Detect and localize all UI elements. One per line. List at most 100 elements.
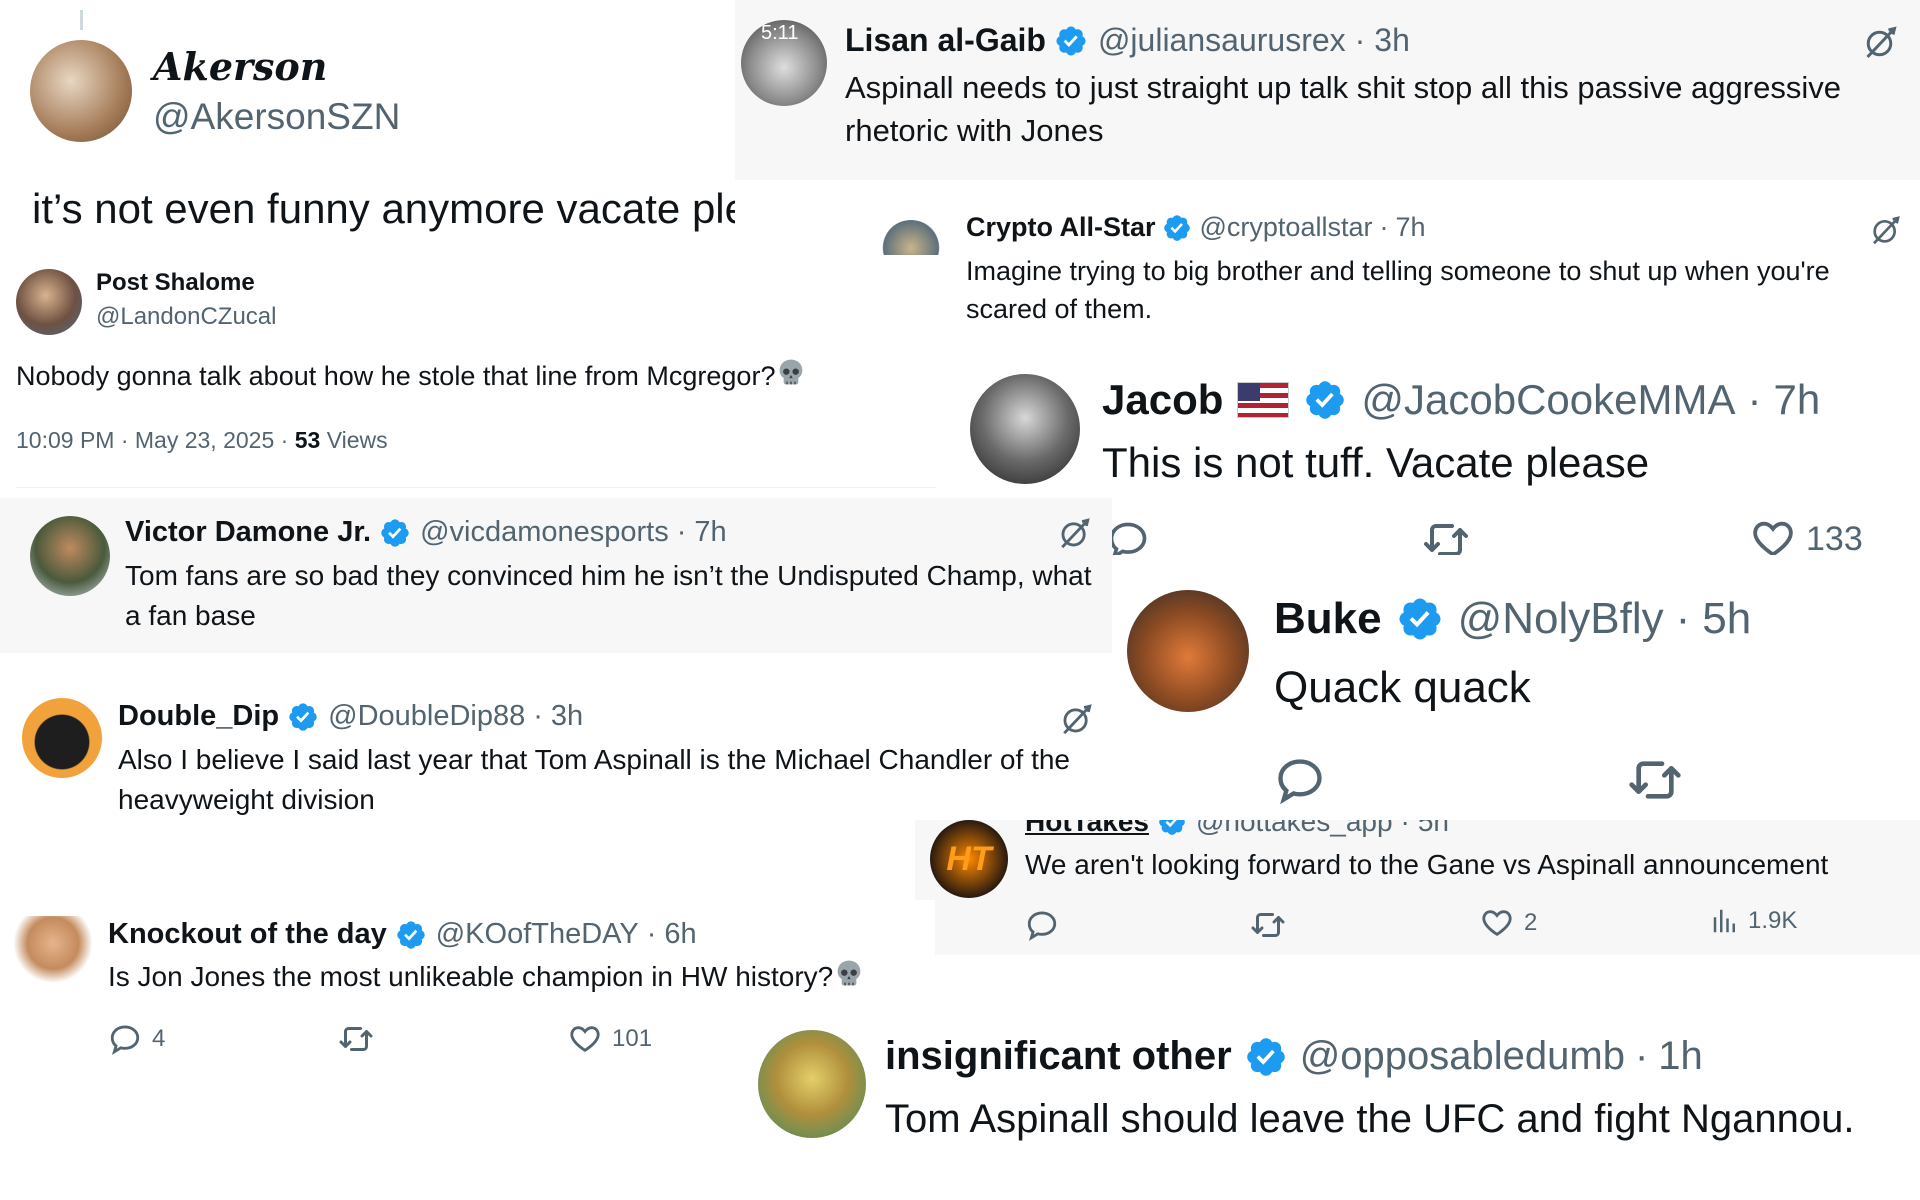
timestamp[interactable]: 3h xyxy=(551,700,583,733)
handle[interactable]: @KOofTheDAY xyxy=(436,918,639,951)
tweet-text: Nobody gonna talk about how he stole tha… xyxy=(16,357,807,395)
like-count: 133 xyxy=(1806,519,1863,556)
handle[interactable]: @vicdamonesports xyxy=(420,516,669,549)
grok-icon[interactable] xyxy=(1060,702,1094,736)
tweet-text-body: Is Jon Jones the most unlikeable champio… xyxy=(108,961,834,992)
timestamp[interactable]: 7h xyxy=(694,516,726,549)
handle[interactable]: @cryptoallstar xyxy=(1200,212,1373,243)
timestamp[interactable]: 3h xyxy=(1374,22,1410,59)
reply-icon[interactable] xyxy=(1025,908,1059,942)
retweet-icon[interactable] xyxy=(338,1021,374,1057)
tweet-text: Quack quack xyxy=(1274,663,1531,712)
separator-dot: · xyxy=(1400,820,1410,837)
thread-line xyxy=(80,10,83,30)
tweet-insignificant-other: insignificant other @opposabledumb · 1h … xyxy=(745,1010,1920,1170)
tweet-lisan: 5:11 Lisan al-Gaib @juliansaurusrex · 3h… xyxy=(735,0,1920,180)
handle[interactable]: @JacobCookeMMA xyxy=(1361,376,1735,424)
reply-button[interactable]: 4 xyxy=(108,1022,165,1056)
tweet-post-shalome: Post Shalome @LandonCZucal Nobody gonna … xyxy=(0,255,940,495)
display-name[interactable]: Lisan al-Gaib xyxy=(845,22,1046,59)
avatar[interactable] xyxy=(16,269,82,335)
handle[interactable]: @hottakes_app xyxy=(1196,820,1393,838)
grok-icon[interactable] xyxy=(1058,516,1092,550)
reply-icon xyxy=(108,1022,142,1056)
reply-icon[interactable] xyxy=(1274,754,1326,806)
grok-icon[interactable] xyxy=(1863,24,1899,60)
retweet-icon[interactable] xyxy=(1250,907,1286,943)
timestamp[interactable]: 5h xyxy=(1418,820,1449,838)
display-name[interactable]: Post Shalome xyxy=(96,269,255,297)
avatar-overlay-text: 5:11 xyxy=(761,22,799,44)
display-name[interactable]: HotTakes xyxy=(1025,820,1149,838)
timestamp[interactable]: 1h xyxy=(1658,1034,1703,1079)
handle[interactable]: @LandonCZucal xyxy=(96,303,276,331)
display-name[interactable]: Knockout of the day xyxy=(108,918,387,951)
verified-badge-icon xyxy=(1396,595,1444,643)
display-name[interactable]: Buke xyxy=(1274,594,1382,644)
timestamp[interactable]: 5h xyxy=(1702,594,1751,644)
avatar[interactable] xyxy=(14,916,92,994)
tweet-text: Also I believe I said last year that Tom… xyxy=(118,744,1070,815)
like-count: 2 xyxy=(1524,909,1538,936)
skull-icon xyxy=(775,357,807,389)
view-count: 53 xyxy=(294,427,321,453)
handle[interactable]: @juliansaurusrex xyxy=(1098,22,1346,59)
avatar[interactable] xyxy=(30,516,110,596)
like-button[interactable]: 133 xyxy=(1750,516,1863,555)
tweet-text: We aren't looking forward to the Gane vs… xyxy=(1025,849,1829,880)
handle[interactable]: @NolyBfly xyxy=(1458,594,1664,644)
tweet-text: Is Jon Jones the most unlikeable champio… xyxy=(108,958,865,997)
tweet-text: Aspinall needs to just straight up talk … xyxy=(845,70,1841,148)
us-flag-icon xyxy=(1237,382,1290,418)
retweet-icon[interactable] xyxy=(1422,516,1470,555)
separator-dot: · xyxy=(646,918,657,950)
verified-badge-icon xyxy=(395,919,427,951)
like-button[interactable]: 2 xyxy=(1480,906,1537,940)
verified-badge-icon xyxy=(1162,213,1192,243)
timestamp[interactable]: 7h xyxy=(1395,212,1425,243)
heart-icon xyxy=(1750,516,1796,555)
avatar[interactable] xyxy=(22,698,102,778)
handle[interactable]: @AkersonSZN xyxy=(153,96,400,138)
avatar[interactable] xyxy=(30,40,132,142)
views-icon xyxy=(1710,906,1740,936)
view-count: 1.9K xyxy=(1748,907,1798,934)
tweet-text: Tom Aspinall should leave the UFC and fi… xyxy=(885,1097,1855,1141)
retweet-icon[interactable] xyxy=(1627,752,1683,808)
separator-dot: · xyxy=(676,516,687,548)
tweet-buke: Buke @NolyBfly · 5h Quack quack xyxy=(1112,568,1920,823)
verified-badge-icon xyxy=(287,701,319,733)
display-name[interactable]: Akerson xyxy=(153,44,327,89)
handle[interactable]: @DoubleDip88 xyxy=(328,700,525,733)
reply-count: 4 xyxy=(152,1025,166,1052)
skull-icon xyxy=(833,958,865,990)
display-name[interactable]: Victor Damone Jr. xyxy=(125,516,371,549)
avatar[interactable]: HT xyxy=(930,820,1008,898)
heart-icon xyxy=(1480,906,1514,940)
tweet-meta: 10:09 PM · May 23, 2025 · 53 Views xyxy=(16,427,388,454)
display-name[interactable]: insignificant other xyxy=(885,1034,1232,1079)
grok-icon[interactable] xyxy=(1870,214,1902,246)
tweet-crypto: Crypto All-Star @cryptoallstar · 7h Imag… xyxy=(880,190,1920,340)
handle[interactable]: @opposabledumb xyxy=(1300,1034,1625,1079)
verified-badge-icon xyxy=(1054,24,1088,58)
separator-dot: · xyxy=(1675,594,1691,643)
avatar[interactable] xyxy=(1127,590,1249,712)
avatar[interactable] xyxy=(758,1030,866,1138)
display-name[interactable]: Double_Dip xyxy=(118,700,279,733)
views-button[interactable]: 1.9K xyxy=(1710,906,1797,936)
timestamp[interactable]: 10:09 PM · May 23, 2025 · xyxy=(16,427,288,453)
reply-icon[interactable] xyxy=(1106,518,1150,555)
display-name[interactable]: Jacob xyxy=(1102,376,1223,424)
like-button[interactable]: 101 xyxy=(568,1022,652,1056)
display-name[interactable]: Crypto All-Star xyxy=(966,212,1156,243)
divider xyxy=(16,487,936,488)
separator-dot: · xyxy=(1379,212,1389,242)
avatar[interactable] xyxy=(970,374,1080,484)
timestamp[interactable]: 7h xyxy=(1774,376,1821,424)
avatar[interactable]: 5:11 xyxy=(741,20,827,106)
separator-dot: · xyxy=(1634,1034,1649,1078)
views-label: Views xyxy=(326,427,388,453)
timestamp[interactable]: 6h xyxy=(664,918,696,951)
verified-badge-icon xyxy=(1157,820,1187,837)
